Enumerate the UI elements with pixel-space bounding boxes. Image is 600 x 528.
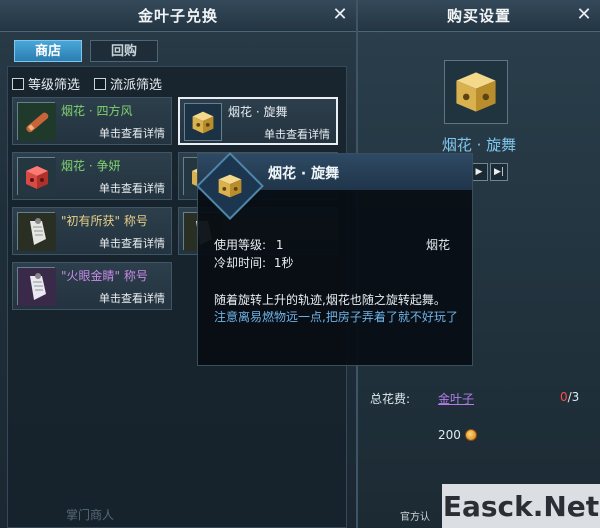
close-icon[interactable]: ✕ [574, 5, 594, 25]
tooltip-level: 使用等级: 1 [214, 236, 284, 253]
level-filter[interactable]: 等级筛选 [12, 74, 80, 93]
shop-item-xuanwu[interactable]: 烟花 · 旋舞 单击查看详情 [178, 97, 338, 145]
tab-shop[interactable]: 商店 [14, 40, 82, 62]
cost-ratio: 0/3 [560, 390, 579, 404]
purchase-title: 购买设置 [446, 7, 511, 25]
item-preview [444, 60, 508, 124]
item-detail: 单击查看详情 [99, 182, 165, 195]
red-firework-box-icon [17, 157, 56, 196]
total-label: 总花费: [370, 392, 411, 406]
shop-title: 金叶子兑换 [137, 7, 218, 25]
watermark-subtext: 官方认 [400, 512, 430, 523]
shop-item-zhengyan[interactable]: 烟花 · 争妍 单击查看详情 [12, 152, 172, 200]
item-detail: 单击查看详情 [99, 292, 165, 305]
item-name: 烟花 · 争妍 [61, 159, 121, 173]
school-filter-label: 流派筛选 [110, 78, 163, 93]
shop-item-sifangfeng[interactable]: 烟花 · 四方风 单击查看详情 [12, 97, 172, 145]
tooltip-desc-line2: 注意离易燃物远一点,把房子弄着了就不好玩了 [214, 310, 458, 324]
firework-box-icon [184, 103, 222, 141]
item-name: 烟花 · 旋舞 [228, 105, 288, 119]
cooldown-label: 冷却时间: [214, 256, 267, 270]
title-scroll-icon [17, 212, 56, 251]
close-icon[interactable]: ✕ [330, 5, 350, 25]
level-label: 使用等级: [214, 238, 267, 252]
item-detail: 单击查看详情 [99, 237, 165, 250]
shop-item-title-huoyanjinjing[interactable]: "火眼金睛" 称号 单击查看详情 [12, 262, 172, 310]
tooltip-type: 烟花 [426, 238, 451, 252]
price: 200 [438, 428, 477, 442]
school-filter[interactable]: 流派筛选 [94, 74, 162, 93]
level-filter-checkbox[interactable] [12, 77, 24, 90]
item-detail: 单击查看详情 [99, 127, 165, 140]
purchase-item-name: 烟花 · 旋舞 [441, 136, 517, 154]
tooltip-cooldown: 冷却时间: 1秒 [214, 254, 294, 271]
merchant-name: 掌门商人 [66, 508, 115, 522]
coin-icon [464, 429, 477, 441]
tab-buyback[interactable]: 回购 [90, 40, 158, 62]
level-value: 1 [275, 238, 284, 252]
tooltip-desc-line1: 随着旋转上升的轨迹,烟花也随之旋转起舞。 [214, 293, 446, 307]
item-tooltip: 烟花 · 旋舞 使用等级: 1 烟花 冷却时间: 1秒 随着旋转上升的轨迹,烟花… [196, 152, 473, 366]
qty-last-button[interactable]: ▶| [490, 163, 508, 181]
quantity-controls: ▶ ▶| [470, 163, 508, 181]
firework-rocket-icon [17, 102, 56, 141]
price-value: 200 [438, 428, 461, 442]
firework-box-icon [212, 168, 248, 204]
purchase-titlebar: 购买设置 ✕ [358, 0, 600, 32]
item-detail: 单击查看详情 [264, 128, 330, 141]
shop-tabs: 商店 回购 [14, 40, 158, 62]
school-filter-checkbox[interactable] [94, 77, 107, 90]
item-name: 烟花 · 四方风 [61, 104, 133, 118]
item-name: "火眼金睛" 称号 [61, 269, 148, 283]
shop-titlebar: 金叶子兑换 ✕ [0, 0, 356, 32]
cooldown-value: 1秒 [273, 256, 294, 270]
watermark: Easck.Net [442, 484, 600, 528]
total-cost: 总花费: 金叶子 [370, 390, 474, 407]
tooltip-description: 随着旋转上升的轨迹,烟花也随之旋转起舞。 注意离易燃物远一点,把房子弄着了就不好… [214, 292, 464, 326]
tooltip-title: 烟花 · 旋舞 [268, 166, 340, 182]
item-name: "初有所获" 称号 [61, 214, 148, 228]
currency-link[interactable]: 金叶子 [438, 390, 474, 407]
level-filter-label: 等级筛选 [28, 78, 81, 93]
game-ui: 金叶子兑换 ✕ 商店 回购 等级筛选 流派筛选 烟花 · 四方风 单击查看详情 [0, 0, 600, 528]
firework-box-icon [445, 61, 507, 123]
owned-count: 0 [560, 390, 568, 404]
shop-item-title-chuyousuohuo[interactable]: "初有所获" 称号 单击查看详情 [12, 207, 172, 255]
title-scroll-icon [17, 267, 56, 306]
ratio-rest: /3 [567, 390, 580, 404]
filters: 等级筛选 流派筛选 [12, 74, 162, 93]
